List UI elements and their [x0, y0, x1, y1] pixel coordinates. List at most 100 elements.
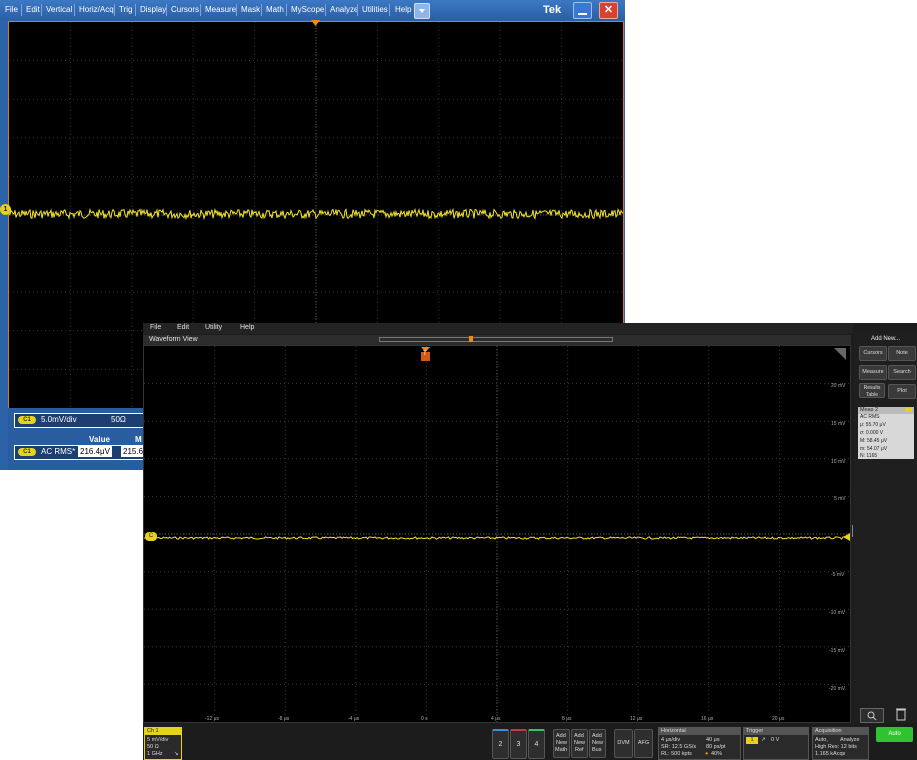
x-tick-label: 20 μs	[772, 716, 785, 722]
add-new-bus-button[interactable]: Add New Bus	[589, 729, 606, 758]
acquisition-badge[interactable]: Acquisition Auto, Analyze High Res: 12 b…	[812, 727, 869, 760]
ch1-scale: 5 mV/div	[147, 737, 169, 743]
meas-ch1-badge[interactable]: C1	[18, 448, 36, 456]
trigger-position-icon: ●	[705, 751, 709, 757]
menu-display[interactable]: Display	[140, 0, 166, 20]
horizontal-duration: 40 μs	[706, 737, 720, 743]
dvm-button[interactable]: DVM	[614, 729, 633, 758]
ch1-marker[interactable]: 1	[0, 204, 11, 215]
ch3-button[interactable]: 3	[510, 729, 527, 759]
y-tick-label: -20 mV	[829, 686, 846, 692]
menu-mask[interactable]: Mask	[241, 0, 260, 20]
rising-edge-icon: ↗	[761, 737, 766, 743]
ch1-impedance: 50Ω	[111, 415, 126, 424]
add-new-math-button[interactable]: Add New Math	[553, 729, 570, 758]
menu-horiz-acq[interactable]: Horiz/Acq	[79, 0, 114, 20]
trigger-position-icon[interactable]	[311, 20, 320, 28]
x-tick-label: -12 μs	[205, 716, 219, 722]
y-tick-label: 10 mV	[831, 459, 846, 465]
sample-rate: SR: 12.5 GS/s	[661, 744, 697, 750]
auto-button[interactable]: Auto	[876, 727, 913, 742]
record-overview[interactable]	[379, 337, 613, 342]
ch1-badge[interactable]: C1	[18, 416, 36, 424]
plot-corner-icon[interactable]	[834, 348, 846, 362]
acquisition-mode: Auto,	[815, 737, 828, 743]
menu-help[interactable]: Help	[395, 0, 411, 20]
x-tick-label: -8 μs	[278, 716, 290, 722]
minimize-icon[interactable]	[573, 2, 592, 19]
acquisition-count: 1.165 kAcqs	[815, 751, 846, 757]
menu-help[interactable]: Help	[240, 324, 254, 331]
front-waveform-plot[interactable]	[143, 345, 851, 723]
add-cursors-button[interactable]: Cursors	[859, 346, 887, 361]
add-measure-button[interactable]: Measure	[859, 365, 887, 380]
trigger-badge[interactable]: Trigger 1 ↗ 0 V	[743, 727, 809, 760]
ch1-scale: 5.0mV/div	[41, 415, 77, 424]
trash-icon[interactable]	[895, 707, 907, 721]
trigger-position: 40%	[711, 751, 723, 757]
back-menu-bar: File Edit Vertical Horiz/Acq Trig Displa…	[0, 0, 625, 20]
meas-card-name: AC RMS	[860, 414, 880, 420]
menu-trig[interactable]: Trig	[119, 0, 132, 20]
trigger-marker-label: T	[423, 351, 427, 357]
zoom-icon[interactable]	[860, 708, 884, 723]
meas-mean: 215.6	[121, 446, 143, 457]
menu-dropdown-icon[interactable]	[414, 3, 430, 19]
menu-vertical[interactable]: Vertical	[46, 0, 72, 20]
menu-cursors[interactable]: Cursors	[171, 0, 199, 20]
horizontal-badge[interactable]: Horizontal 4 μs/div 40 μs SR: 12.5 GS/s …	[658, 727, 741, 760]
add-new-ref-button[interactable]: Add New Ref	[571, 729, 588, 758]
front-menu-bar: File Edit Utility Help	[143, 323, 853, 334]
add-plot-button[interactable]: Plot	[888, 384, 916, 399]
ch1-marker[interactable]: C	[145, 532, 157, 541]
menu-analyze[interactable]: Analyze	[330, 0, 358, 20]
trigger-title: Trigger	[746, 728, 764, 734]
waveform-view-title: Waveform View	[149, 336, 198, 343]
x-tick-label: 12 μs	[630, 716, 643, 722]
menu-file[interactable]: File	[150, 324, 161, 331]
menu-myscope[interactable]: MyScope	[291, 0, 324, 20]
overview-trigger-marker	[469, 336, 473, 342]
panel-resize-handle[interactable]	[851, 525, 854, 537]
meas-name: AC RMS*	[41, 447, 76, 456]
menu-utility[interactable]: Utility	[205, 324, 222, 331]
menu-measure[interactable]: Measure	[205, 0, 236, 20]
add-new-title: Add New...	[871, 336, 901, 342]
ch4-button[interactable]: 4	[528, 729, 545, 759]
y-tick-label: 15 mV	[831, 421, 846, 427]
ch1-badge[interactable]: Ch 1 5 mV/div 50 Ω 1 GHz ↘	[144, 727, 182, 760]
brand-logo: Tek	[543, 4, 562, 16]
ch1-impedance: 50 Ω	[147, 744, 159, 750]
acquisition-resolution: High Res: 12 bits	[815, 744, 857, 750]
afg-button[interactable]: AFG	[634, 729, 653, 758]
y-tick-label: 20 mV	[831, 383, 846, 389]
x-tick-label: 0 s	[421, 716, 428, 722]
record-length: RL: 500 kpts	[661, 751, 692, 757]
add-note-button[interactable]: Note	[888, 346, 916, 361]
y-tick-label: -5 mV	[831, 572, 845, 578]
add-search-button[interactable]: Search	[888, 365, 916, 380]
meas-header-next: M	[135, 435, 142, 444]
add-results-table-button[interactable]: Results Table	[859, 383, 885, 398]
meas-card-min: m: 54.07 μV	[860, 446, 888, 452]
menu-file[interactable]: File	[5, 0, 18, 20]
ch1-label: Ch 1	[147, 728, 159, 734]
x-tick-label: 16 μs	[701, 716, 714, 722]
menu-edit[interactable]: Edit	[26, 0, 40, 20]
ch1-probe-icon: ↘	[174, 751, 179, 757]
menu-edit[interactable]: Edit	[177, 324, 189, 331]
close-icon[interactable]: ✕	[599, 2, 618, 19]
menu-utilities[interactable]: Utilities	[362, 0, 388, 20]
meas-header-value: Value	[89, 435, 110, 444]
measurement-card[interactable]: Meas 2 AC RMS μ: 55.70 μV σ: 0.000 V M: …	[858, 407, 914, 459]
meas-card-sigma: σ: 0.000 V	[860, 430, 884, 436]
ch2-button[interactable]: 2	[492, 729, 509, 759]
acquisition-state: Analyze	[840, 737, 860, 743]
menu-math[interactable]: Math	[266, 0, 284, 20]
meas-card-ch-indicator	[905, 408, 912, 412]
y-tick-label: -15 mV	[829, 648, 846, 654]
x-tick-label: 8 μs	[562, 716, 572, 722]
front-graticule	[143, 346, 850, 722]
trigger-level-icon[interactable]	[843, 533, 850, 543]
trigger-level: 0 V	[771, 737, 780, 743]
